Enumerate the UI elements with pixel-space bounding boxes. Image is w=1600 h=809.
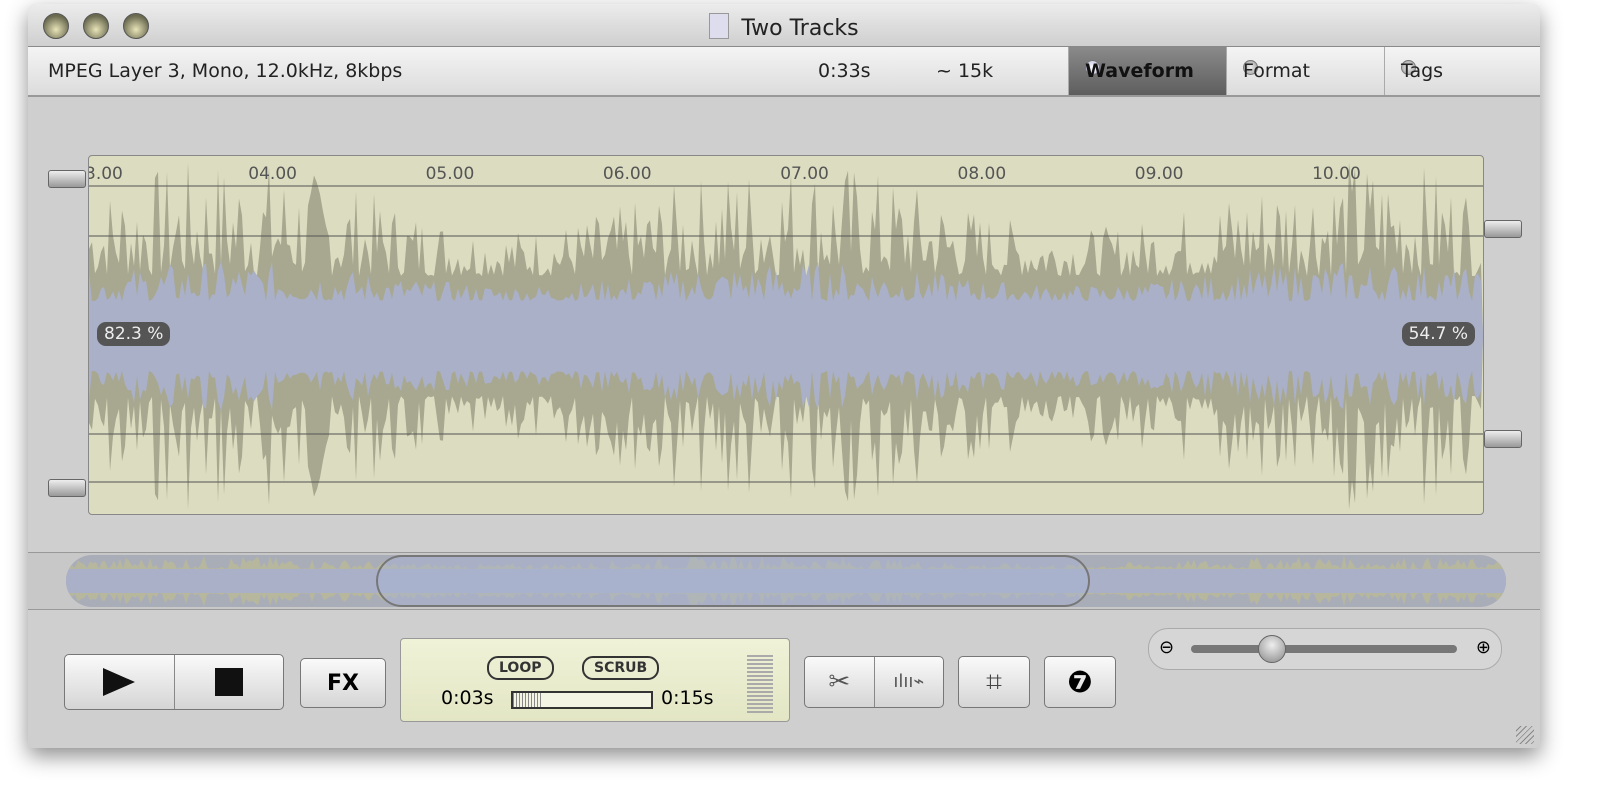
zoom-slider[interactable] [1191,645,1457,653]
ruler-label: 06.00 [602,164,652,184]
fx-button[interactable]: FX [300,658,386,708]
duration: 0:33s [818,60,871,82]
left-level-label: 82.3 % [97,322,171,346]
ruler-label: 10.00 [1312,164,1361,184]
ruler-label: 05.00 [425,164,475,184]
ruler-label: 08.00 [957,164,1007,184]
document-icon [709,13,730,39]
tab-format[interactable]: Format [1226,47,1384,95]
cut-button[interactable]: ✂ [805,657,875,707]
ruler-label: 09.00 [1134,164,1184,184]
length-time: 0:15s [661,687,714,709]
overview-selection[interactable] [376,555,1090,607]
resize-grip[interactable] [1516,726,1534,744]
top-threshold-handle-right[interactable] [1484,220,1522,238]
mute-waveform-icon: ılıı⌁ [893,671,925,692]
stop-icon [214,668,243,696]
tab-label: Waveform [1085,60,1194,82]
zoom-control: ⊖ ⊕ [1148,628,1502,670]
bottom-threshold-handle-left[interactable] [48,479,86,497]
stop-button[interactable] [175,655,284,709]
marker-button[interactable]: ❼ [1044,656,1116,708]
play-icon [103,668,136,696]
waveform-graphic [89,162,1483,510]
scissors-icon: ✂ [828,667,851,697]
position-slider[interactable] [511,691,653,709]
overview-strip[interactable] [28,552,1540,610]
ruler-label: 04.00 [248,164,297,184]
edit-group: ✂ ılıı⌁ [804,656,944,708]
ruler-label: 3.00 [88,164,123,184]
app-window: Two Tracks MPEG Layer 3, Mono, 12.0kHz, … [28,4,1540,748]
tab-waveform[interactable]: Waveform [1068,47,1226,95]
zoom-in-icon[interactable]: ⊕ [1476,637,1491,658]
tab-label: Format [1243,60,1310,82]
transport-group [64,654,284,710]
waveform-view[interactable]: 3.00 04.00 05.00 06.00 07.00 08.00 09.00 10.00 … [88,155,1484,515]
top-threshold-handle-left[interactable] [48,170,86,188]
title-bar: Two Tracks [28,4,1540,47]
playback-display: LOOP SCRUB 0:03s 0:15s [400,638,790,722]
zoom-slider-knob[interactable] [1257,635,1286,663]
format-info: MPEG Layer 3, Mono, 12.0kHz, 8kbps [48,60,403,82]
loop-toggle[interactable]: LOOP [487,656,554,680]
info-bar: MPEG Layer 3, Mono, 12.0kHz, 8kbps 0:33s… [28,47,1540,97]
zoom-out-icon[interactable]: ⊖ [1159,637,1174,658]
bottom-threshold-handle-right[interactable] [1484,430,1522,448]
play-button[interactable] [65,655,175,709]
level-meter [747,655,773,715]
file-size: ~ 15k [936,60,994,82]
right-level-label: 54.7 % [1401,322,1475,346]
scrub-toggle[interactable]: SCRUB [582,656,660,680]
ruler-label: 07.00 [780,164,829,184]
tab-tags[interactable]: Tags [1384,47,1540,95]
position-time: 0:03s [441,687,494,709]
flag-icon: ❼ [1067,664,1093,700]
tab-label: Tags [1401,60,1444,82]
crop-button[interactable]: ⌗ [958,656,1030,708]
crop-icon: ⌗ [986,665,1002,698]
silence-button[interactable]: ılıı⌁ [875,657,944,707]
window-title: Two Tracks [741,16,859,41]
